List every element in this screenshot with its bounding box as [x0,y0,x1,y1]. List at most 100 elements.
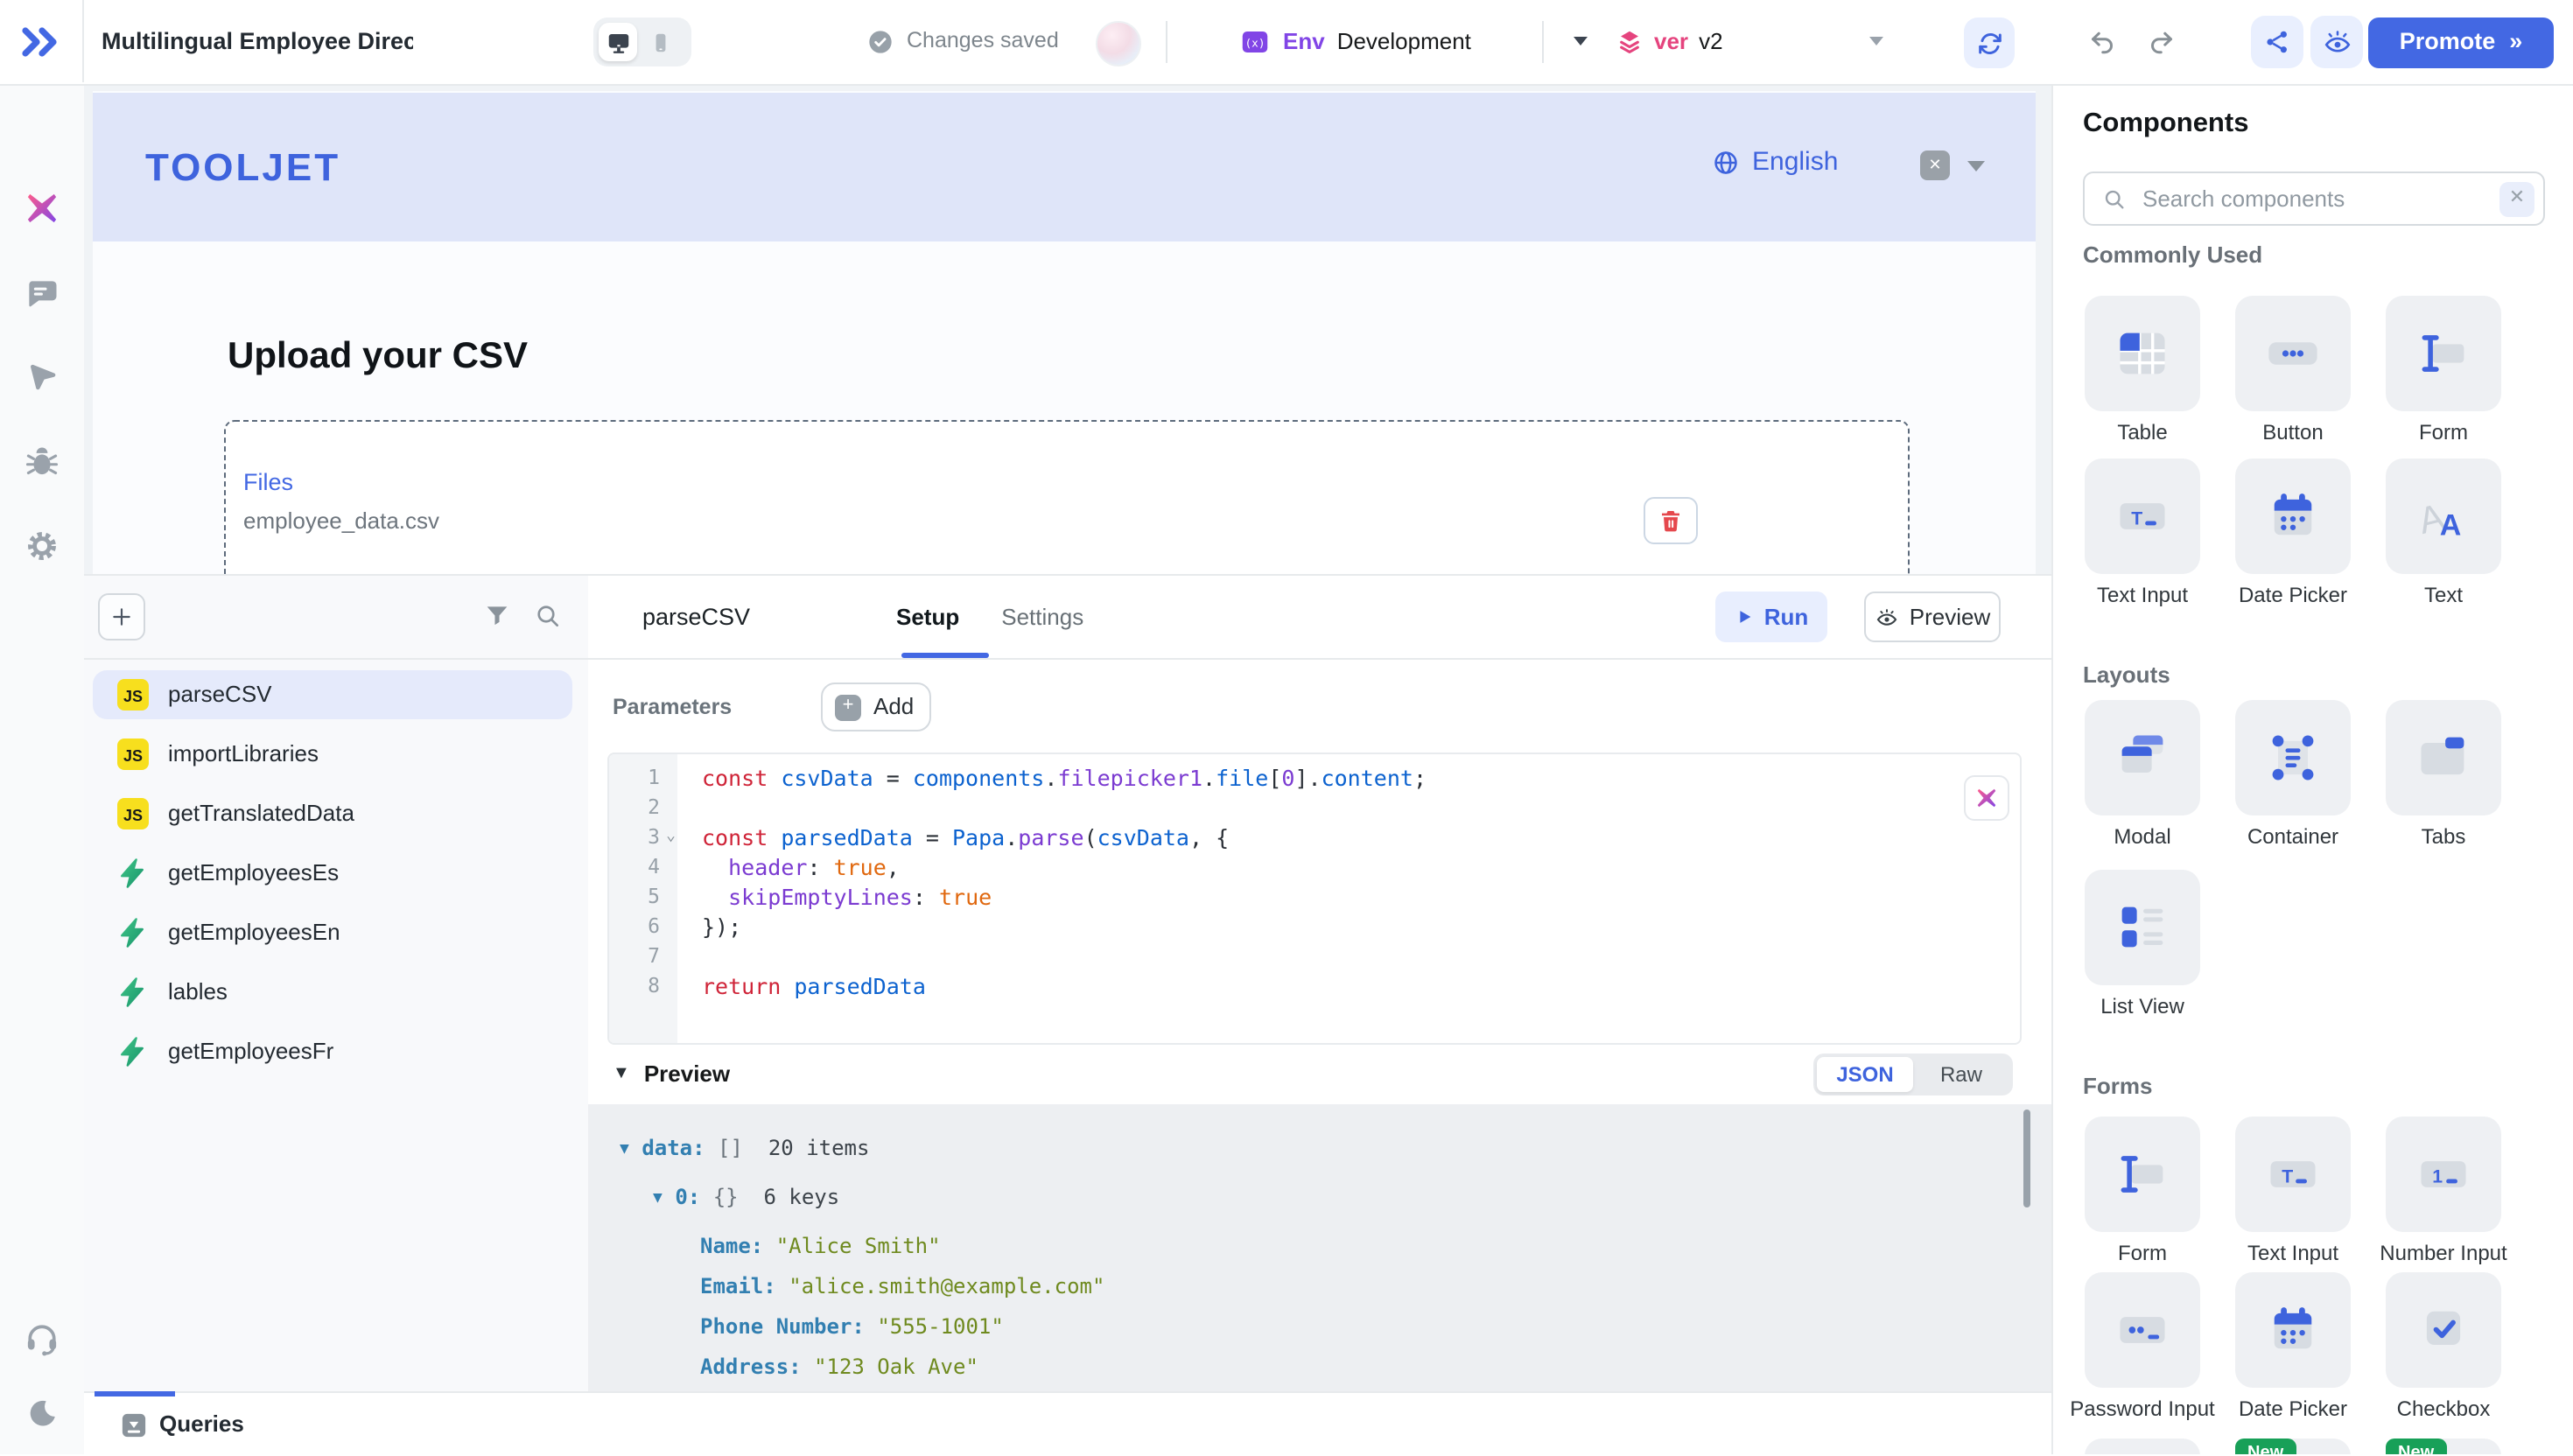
chevron-down-icon[interactable] [1869,37,1883,46]
svg-text:T: T [2282,1166,2293,1187]
environment-icon: (x) [1239,25,1271,57]
run-query-button[interactable]: Run [1715,592,1827,642]
component-card-form[interactable]: Form [2368,296,2519,445]
eye-icon [2322,27,2352,57]
component-card-button[interactable]: Button [2218,296,2368,445]
json-tree-row[interactable]: ▼ data: [] 20 items [588,1129,2051,1169]
divider [1166,21,1167,63]
component-card[interactable]: New [2218,1438,2368,1454]
inspector-button[interactable] [21,355,63,397]
preview-query-button[interactable]: Preview [1864,592,2001,642]
sync-environment-button[interactable] [1964,18,2015,68]
refresh-icon [1975,29,2003,57]
tab-settings[interactable]: Settings [1001,603,1083,630]
search-components-input[interactable] [2139,184,2487,214]
search-icon [534,602,562,630]
query-list-item[interactable]: getEmployeesEn [93,908,572,957]
component-card-text-input[interactable]: TText Input [2067,458,2218,608]
fold-caret-icon[interactable]: ⌄ [666,822,676,852]
preview-mode-json[interactable]: JSON [1817,1057,1913,1092]
query-item-label: importLibraries [168,740,319,767]
app-canvas: TOOLJET English ✕ Upload your CSV Files … [84,84,2051,574]
comments-button[interactable] [21,273,63,315]
promote-button[interactable]: Promote » [2368,18,2554,68]
code-line: const csvData = components.filepicker1.f… [702,763,2020,793]
app-preview-button[interactable] [2310,16,2363,68]
component-card-text-input[interactable]: TText Input [2218,1116,2368,1266]
autosave-status-text: Changes saved [907,28,1059,54]
table-icon [2085,296,2200,411]
dark-mode-toggle[interactable] [21,1393,63,1435]
component-card-list-view[interactable]: List View [2067,870,2218,1019]
clear-search-icon[interactable]: ✕ [2499,181,2534,216]
pages-button[interactable] [21,187,63,229]
javascript-icon: JS [117,798,149,830]
canvas-page[interactable]: TOOLJET English ✕ Upload your CSV Files … [93,91,2036,574]
dropdown-caret-icon[interactable] [1967,161,1985,172]
version-selector[interactable]: ver v2 [1616,0,1723,82]
component-card-container[interactable]: Container [2218,700,2368,850]
component-card-date-picker[interactable]: Date Picker [2218,458,2368,608]
component-card-text[interactable]: AAText [2368,458,2519,608]
db-query-icon [117,1036,149,1068]
divider [82,0,84,82]
check-circle-icon [866,27,894,55]
language-selector[interactable]: English [1712,147,1838,178]
component-card[interactable] [2067,1438,2218,1454]
file-picker-widget[interactable]: Files employee_data.csv [224,420,1910,574]
component-card-date-picker[interactable]: Date Picker [2218,1272,2368,1422]
component-card-checkbox[interactable]: Checkbox [2368,1272,2519,1422]
component-card-modal[interactable]: Modal [2067,700,2218,850]
remove-file-button[interactable] [1644,497,1698,544]
component-card-form[interactable]: Form [2067,1116,2218,1266]
tab-setup[interactable]: Setup [896,603,959,630]
code-lines[interactable]: const csvData = components.filepicker1.f… [677,754,2020,1043]
run-label: Run [1764,603,1809,630]
add-query-button[interactable] [98,593,145,640]
scrollbar-thumb[interactable] [2023,1110,2030,1208]
query-list-item[interactable]: JSparseCSV [93,670,572,719]
mobile-layout-button[interactable] [641,23,679,61]
component-card[interactable]: New [2368,1438,2519,1454]
add-label: Add [873,693,914,720]
debugger-button[interactable] [21,441,63,483]
query-list-item[interactable]: getEmployeesEs [93,849,572,898]
query-list-item[interactable]: JSgetTranslatedData [93,789,572,838]
preview-output[interactable]: ▼ data: [] 20 items▼ 0: {} 6 keysName: "… [588,1104,2051,1393]
environment-selector[interactable]: (x) Env Development [1239,0,1588,82]
json-tree: ▼ data: [] 20 items▼ 0: {} 6 keysName: "… [588,1104,2051,1388]
filter-queries-button[interactable] [483,602,511,630]
env-value: Development [1337,27,1471,54]
add-parameter-button[interactable]: + Add [821,682,931,732]
code-line [702,793,2020,822]
share-button[interactable] [2251,16,2303,68]
component-card-tabs[interactable]: Tabs [2368,700,2519,850]
query-list-item[interactable]: getEmployeesFr [93,1027,572,1076]
query-list-item[interactable]: lables [93,968,572,1017]
collapse-caret-icon[interactable]: ▼ [613,1064,630,1085]
desktop-layout-button[interactable] [599,23,637,61]
tooljet-logo-icon[interactable] [19,21,61,63]
json-tree-row[interactable]: ▼ 0: {} 6 keys [588,1178,2051,1218]
query-list-item[interactable]: JSimportLibraries [93,730,572,779]
share-icon [2263,28,2291,56]
redo-button[interactable] [2146,26,2177,58]
filepicker-label: Files [243,469,293,497]
header-container-widget[interactable]: TOOLJET English ✕ [93,93,2036,242]
query-name[interactable]: parseCSV [642,576,750,658]
undo-button[interactable] [2086,26,2118,58]
preview-mode-raw[interactable]: Raw [1913,1057,2009,1092]
app-title[interactable]: Multilingual Employee Directory [102,0,413,82]
top-header: Multilingual Employee Directory Changes … [0,0,2573,86]
component-card-password-input[interactable]: Password Input [2067,1272,2218,1422]
widget-close-icon[interactable]: ✕ [1920,150,1950,180]
component-card-number-input[interactable]: 1Number Input [2368,1116,2519,1266]
help-button[interactable] [21,1318,63,1360]
settings-button[interactable] [21,525,63,567]
tooljet-ai-button[interactable] [1964,775,2009,821]
component-card-table[interactable]: Table [2067,296,2218,445]
queries-panel-toggle[interactable]: Queries [121,1393,244,1456]
code-editor[interactable]: 123⌄45678 const csvData = components.fil… [607,752,2022,1045]
search-queries-button[interactable] [534,602,562,630]
avatar[interactable] [1096,21,1141,66]
